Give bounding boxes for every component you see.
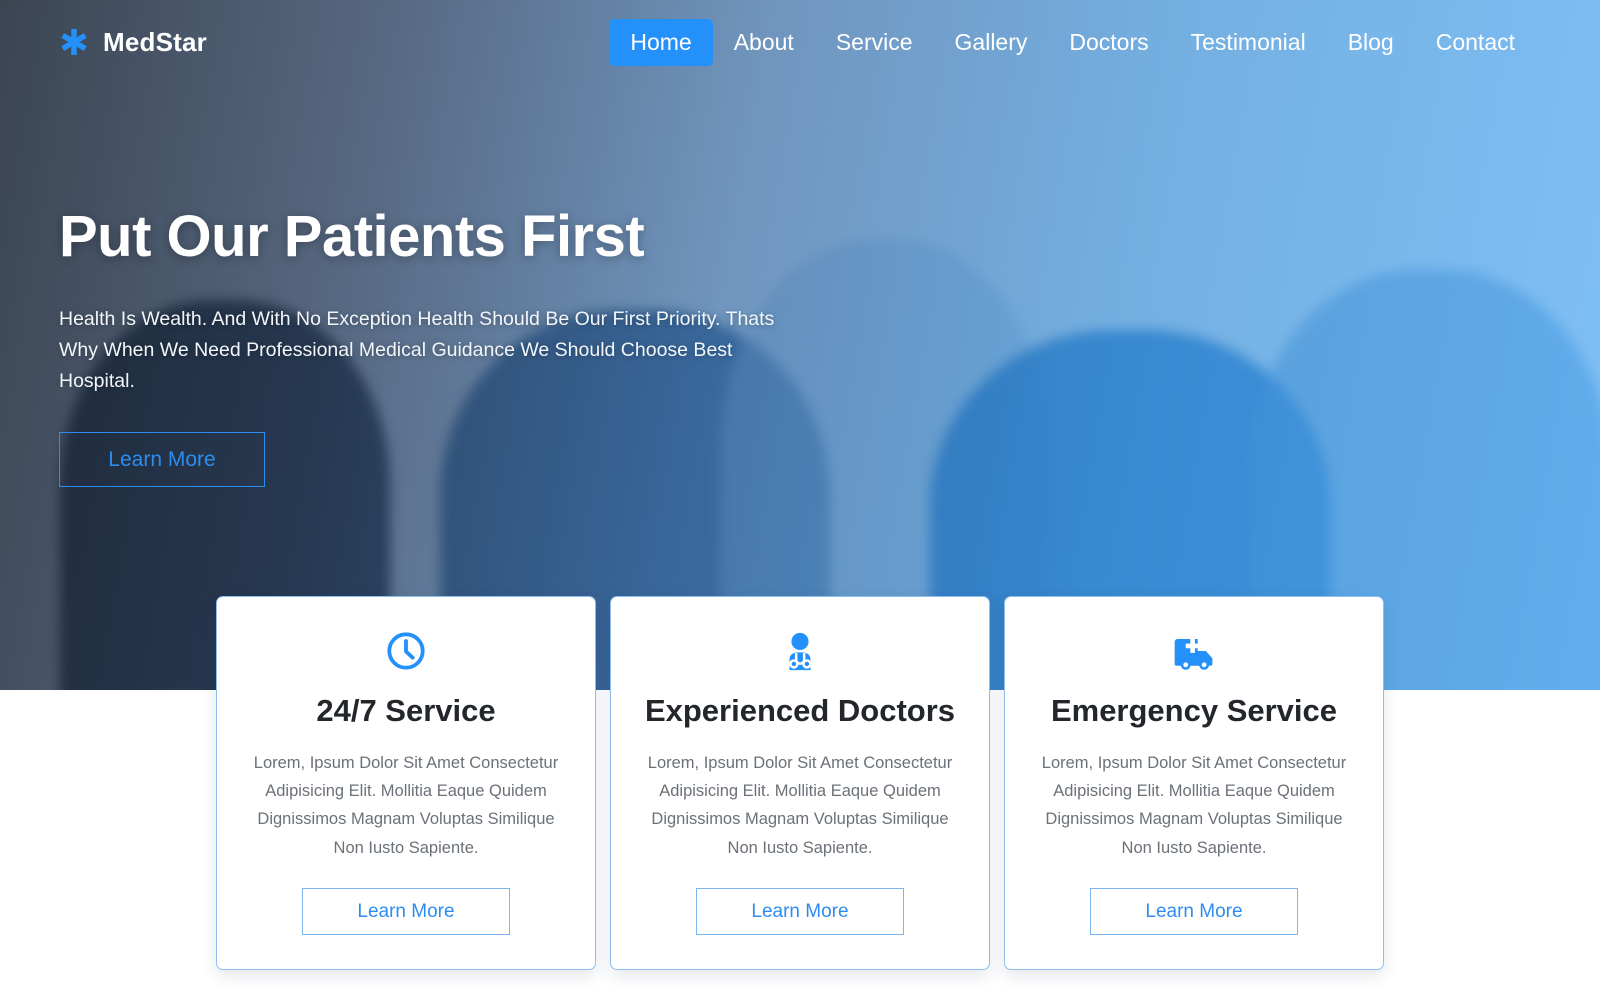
- feature-card-experienced-doctors: Experienced Doctors Lorem, Ipsum Dolor S…: [610, 596, 990, 971]
- feature-card-emergency-service: Emergency Service Lorem, Ipsum Dolor Sit…: [1004, 596, 1384, 971]
- nav-links: Home About Service Gallery Doctors Testi…: [609, 18, 1536, 66]
- ambulance-icon: [1171, 629, 1217, 673]
- card-title: Experienced Doctors: [644, 693, 956, 728]
- feature-cards: 24/7 Service Lorem, Ipsum Dolor Sit Amet…: [0, 596, 1600, 971]
- card-learn-more-button[interactable]: Learn More: [302, 888, 510, 936]
- nav-item-blog[interactable]: Blog: [1327, 19, 1415, 66]
- feature-card-24-7-service: 24/7 Service Lorem, Ipsum Dolor Sit Amet…: [216, 596, 596, 971]
- card-description: Lorem, Ipsum Dolor Sit Amet Consectetur …: [1041, 753, 1347, 857]
- card-description: Lorem, Ipsum Dolor Sit Amet Consectetur …: [647, 753, 953, 857]
- nav-item-doctors[interactable]: Doctors: [1048, 19, 1169, 66]
- main-navigation: MedStar Home About Service Gallery Docto…: [0, 0, 1600, 84]
- nav-item-testimonial[interactable]: Testimonial: [1170, 19, 1327, 66]
- doctor-stethoscope-icon: [779, 629, 821, 673]
- card-description: Lorem, Ipsum Dolor Sit Amet Consectetur …: [253, 753, 559, 857]
- card-title: 24/7 Service: [316, 693, 496, 728]
- card-title: Emergency Service: [1050, 693, 1338, 728]
- nav-item-home[interactable]: Home: [609, 18, 713, 66]
- card-learn-more-button[interactable]: Learn More: [1090, 888, 1298, 936]
- hero-content: Put Our Patients First Health Is Wealth.…: [59, 204, 819, 488]
- nav-item-gallery[interactable]: Gallery: [934, 19, 1049, 66]
- clock-icon: [385, 629, 427, 673]
- hero-title: Put Our Patients First: [59, 204, 645, 269]
- nav-item-service[interactable]: Service: [815, 19, 934, 66]
- brand-name: MedStar: [103, 26, 207, 57]
- nav-item-about[interactable]: About: [713, 19, 815, 66]
- asterisk-star-of-life-icon: [59, 26, 89, 58]
- hero-learn-more-button[interactable]: Learn More: [59, 432, 265, 488]
- hero-description: Health Is Wealth. And With No Exception …: [59, 307, 775, 392]
- hero-section: MedStar Home About Service Gallery Docto…: [0, 0, 1600, 690]
- card-learn-more-button[interactable]: Learn More: [696, 888, 904, 936]
- brand-logo[interactable]: MedStar: [59, 26, 207, 58]
- nav-item-contact[interactable]: Contact: [1415, 19, 1536, 66]
